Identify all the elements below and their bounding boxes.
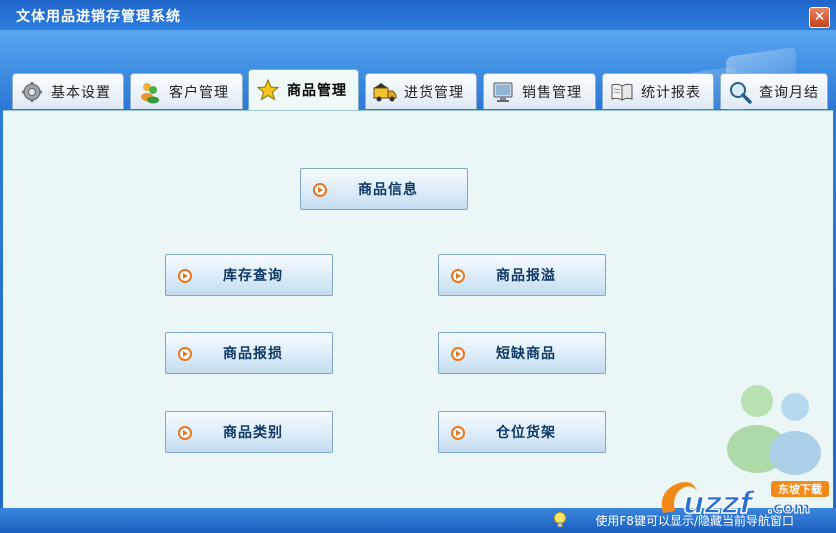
tab-label: 统计报表	[641, 84, 701, 101]
main-content: 商品信息 库存查询 商品报溢 商品报损 短缺商品 商品类别 仓位货架	[3, 110, 833, 509]
tab-label: 进货管理	[404, 84, 464, 101]
tab-sales-management[interactable]: 销售管理	[483, 73, 596, 109]
tab-query-monthly-close[interactable]: 查询月结	[720, 73, 828, 109]
users-decoration-icon	[727, 385, 821, 475]
product-damage-button[interactable]: 商品报损	[165, 332, 333, 374]
svg-text:uzzf: uzzf	[683, 486, 756, 521]
tab-label: 基本设置	[51, 84, 111, 101]
arrow-right-icon	[178, 347, 192, 361]
svg-text:东坡下载: 东坡下载	[778, 482, 822, 496]
tab-label: 销售管理	[522, 84, 582, 101]
lightbulb-icon	[554, 512, 566, 528]
truck-icon	[372, 79, 398, 105]
tab-customer-management[interactable]: 客户管理	[130, 73, 243, 109]
arrow-right-icon	[178, 269, 192, 283]
short-products-button[interactable]: 短缺商品	[438, 332, 606, 374]
title-bar: 文体用品进销存管理系统 ✕	[0, 0, 836, 30]
svg-text:.com: .com	[767, 498, 810, 517]
close-button[interactable]: ✕	[809, 7, 830, 28]
tab-label: 客户管理	[169, 84, 229, 101]
warehouse-shelf-button[interactable]: 仓位货架	[438, 411, 606, 453]
tab-label: 商品管理	[287, 83, 347, 99]
arrow-right-icon	[451, 426, 465, 440]
product-category-button[interactable]: 商品类别	[165, 411, 333, 453]
tab-purchase-management[interactable]: 进货管理	[365, 73, 477, 109]
product-info-button[interactable]: 商品信息	[300, 168, 468, 210]
monitor-icon	[490, 79, 516, 105]
tab-basic-settings[interactable]: 基本设置	[12, 73, 124, 109]
tab-product-management[interactable]: 商品管理	[248, 69, 359, 110]
arrow-right-icon	[178, 426, 192, 440]
users-icon	[137, 79, 163, 105]
tab-statistics-reports[interactable]: 统计报表	[602, 73, 714, 109]
gear-icon	[19, 79, 45, 105]
window-title: 文体用品进销存管理系统	[16, 9, 181, 25]
tab-label: 查询月结	[759, 84, 819, 101]
stock-query-button[interactable]: 库存查询	[165, 254, 333, 296]
arrow-right-icon	[451, 347, 465, 361]
arrow-right-icon	[451, 269, 465, 283]
magnifier-icon	[727, 79, 753, 105]
close-icon: ✕	[813, 9, 826, 25]
app-window: 文体用品进销存管理系统 ✕ 基本设置 客户管理 商品管理 进货管理 销售管理 统…	[0, 0, 836, 533]
uzzf-watermark-logo: uzzf .com 东坡下载	[661, 481, 829, 521]
product-overflow-button[interactable]: 商品报溢	[438, 254, 606, 296]
book-icon	[609, 79, 635, 105]
arrow-right-icon	[313, 183, 327, 197]
star-icon	[255, 77, 281, 103]
